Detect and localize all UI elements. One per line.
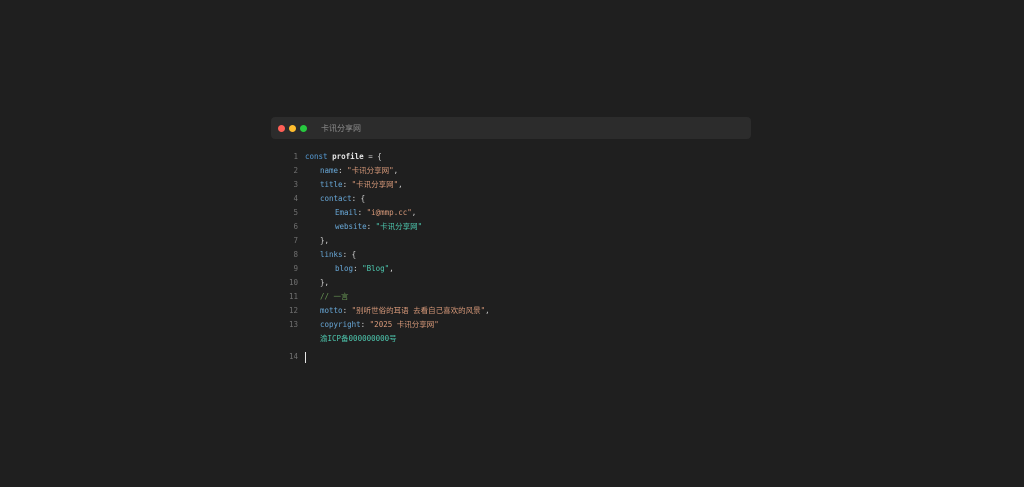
property-key: name	[320, 166, 339, 175]
code-editor[interactable]: 1 const profile = { 2 name: "卡讯分享网", 3 t…	[271, 150, 751, 364]
code-punct: = {	[363, 152, 382, 161]
icp-record-link[interactable]: 渝ICP备000000000号	[320, 334, 397, 343]
string-value: "卡讯分享网"	[375, 222, 423, 231]
code-punct: ,	[398, 180, 403, 189]
maximize-dot-icon[interactable]	[300, 124, 307, 132]
property-key: copyright	[320, 320, 361, 329]
code-punct: },	[320, 278, 330, 287]
code-punct: ,	[393, 166, 399, 175]
line-number: 1	[293, 152, 298, 161]
code-line: 7 },	[271, 234, 751, 248]
property-key: motto	[320, 306, 343, 315]
line-number: 8	[293, 250, 298, 259]
code-line: 2 name: "卡讯分享网",	[271, 164, 751, 178]
line-number: 6	[293, 222, 298, 231]
property-key: Email	[335, 208, 358, 217]
code-line: 13 copyright: "2025 卡讯分享网"	[271, 318, 751, 332]
window-title: 卡讯分享网	[321, 123, 361, 133]
code-punct: ,	[411, 208, 417, 217]
line-number: 11	[288, 292, 298, 301]
code-punct: :	[342, 180, 352, 189]
code-punct: :	[357, 208, 367, 217]
code-line: 5 Email: "i@mmp.cc",	[271, 206, 751, 220]
code-line: 6 website: "卡讯分享网"	[271, 220, 751, 234]
keyword-const: const	[305, 152, 328, 161]
property-key: title	[320, 180, 343, 189]
code-punct: :	[353, 264, 363, 273]
code-line: 10 },	[271, 276, 751, 290]
property-key: blog	[335, 264, 354, 273]
string-value: "i@mmp.cc"	[366, 208, 412, 217]
property-key: contact	[320, 194, 352, 203]
close-dot-icon[interactable]	[278, 124, 285, 132]
line-number: 10	[288, 278, 298, 287]
code-punct: :	[338, 166, 348, 175]
code-punct: ,	[485, 306, 490, 315]
string-value: "别听世俗的耳语 去看自己喜欢的风景"	[351, 306, 486, 315]
code-window: 卡讯分享网 1 const profile = { 2 name: "卡讯分享网…	[271, 117, 751, 364]
line-number: 7	[293, 236, 298, 245]
code-punct: :	[366, 222, 376, 231]
code-line: 3 title: "卡讯分享网",	[271, 178, 751, 192]
line-number: 9	[293, 264, 298, 273]
minimize-dot-icon[interactable]	[289, 124, 296, 132]
code-line: 12 motto: "别听世俗的耳语 去看自己喜欢的风景",	[271, 304, 751, 318]
code-line: 11 // 一言	[271, 290, 751, 304]
line-number: 14	[288, 352, 298, 361]
line-number: 13	[288, 320, 298, 329]
code-punct: :	[360, 320, 370, 329]
variable-name: profile	[332, 152, 364, 161]
code-comment: // 一言	[320, 292, 349, 301]
string-value: "Blog"	[362, 264, 390, 273]
line-number: 4	[293, 194, 298, 203]
code-line: 9 blog: "Blog",	[271, 262, 751, 276]
code-line: 14	[271, 350, 751, 364]
text-cursor	[305, 351, 306, 363]
line-number: 3	[293, 180, 298, 189]
code-punct: },	[320, 236, 330, 245]
line-number: 12	[288, 306, 298, 315]
line-number: 2	[293, 166, 298, 175]
code-punct: : {	[342, 250, 357, 259]
string-value: "2025 卡讯分享网"	[369, 320, 439, 329]
string-value: "卡讯分享网"	[347, 166, 394, 175]
code-punct: : {	[351, 194, 366, 203]
code-punct: :	[342, 306, 352, 315]
title-bar: 卡讯分享网	[271, 117, 751, 139]
property-key: website	[335, 222, 367, 231]
code-line: 4 contact: {	[271, 192, 751, 206]
code-line: 1 const profile = {	[271, 150, 751, 164]
code-line: 8 links: {	[271, 248, 751, 262]
line-number: 5	[293, 208, 298, 217]
property-key: links	[320, 250, 343, 259]
code-punct: ,	[389, 264, 394, 273]
string-value: "卡讯分享网"	[351, 180, 399, 189]
